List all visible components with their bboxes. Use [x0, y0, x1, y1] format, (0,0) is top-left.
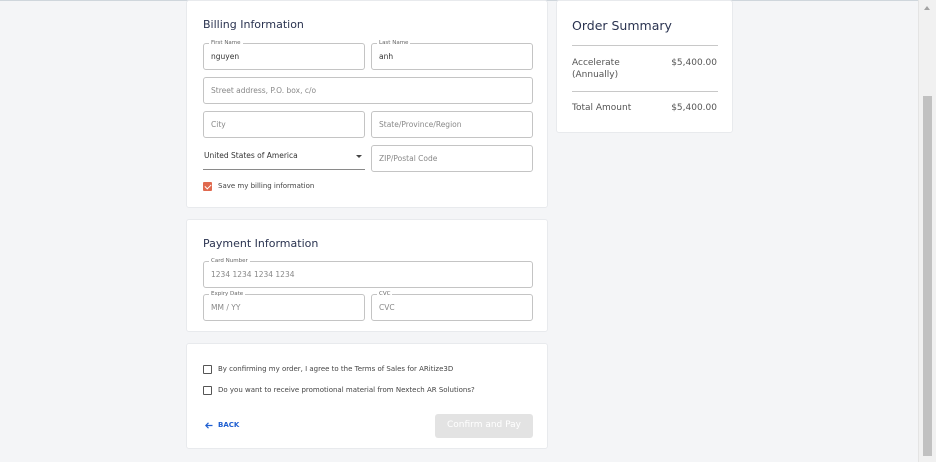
save-billing-checkbox[interactable]	[203, 182, 212, 191]
summary-item-name-line2: (Annually)	[572, 70, 619, 80]
page-scrollbar[interactable]	[918, 0, 936, 462]
order-summary-title: Order Summary	[572, 18, 672, 33]
expiry-date-field[interactable]: Expiry Date MM / YY	[203, 290, 365, 321]
summary-item-price: $5,400.00	[671, 58, 717, 68]
back-label: BACK	[218, 421, 240, 429]
summary-item-name-line1: Accelerate	[572, 58, 620, 68]
terms-label: By confirming my order, I agree to the T…	[218, 365, 454, 373]
billing-card: Billing Information First Name nguyen La…	[186, 0, 548, 208]
summary-total-price: $5,400.00	[671, 103, 717, 113]
street-address-field[interactable]: Street address, P.O. box, c/o	[203, 77, 533, 104]
arrow-left-icon	[205, 421, 213, 429]
confirmation-card: By confirming my order, I agree to the T…	[186, 343, 548, 449]
zip-placeholder: ZIP/Postal Code	[379, 154, 438, 163]
last-name-field[interactable]: Last Name anh	[371, 39, 533, 70]
order-summary-card: Order Summary Accelerate (Annually) $5,4…	[556, 0, 733, 133]
last-name-value: anh	[379, 52, 394, 61]
expiry-date-placeholder: MM / YY	[211, 303, 241, 312]
cvc-label: CVC	[377, 290, 393, 298]
billing-title: Billing Information	[203, 18, 304, 31]
last-name-label: Last Name	[377, 39, 411, 47]
summary-divider-top	[572, 45, 718, 46]
expiry-date-label: Expiry Date	[209, 290, 246, 298]
card-number-label: Card Number	[209, 257, 250, 265]
state-field[interactable]: State/Province/Region	[371, 111, 533, 138]
promo-label: Do you want to receive promotional mater…	[218, 386, 475, 394]
first-name-label: First Name	[209, 39, 243, 47]
first-name-value: nguyen	[211, 52, 240, 61]
terms-checkbox[interactable]	[203, 365, 212, 374]
state-placeholder: State/Province/Region	[379, 120, 462, 129]
summary-divider-bottom	[572, 91, 718, 92]
scrollbar-thumb[interactable]	[923, 96, 932, 456]
city-placeholder: City	[211, 120, 226, 129]
summary-total-label: Total Amount	[572, 103, 632, 113]
card-number-field[interactable]: Card Number 1234 1234 1234 1234	[203, 257, 533, 288]
zip-field[interactable]: ZIP/Postal Code	[371, 145, 533, 172]
save-billing-label: Save my billing information	[218, 182, 315, 190]
payment-card: Payment Information Card Number 1234 123…	[186, 219, 548, 332]
back-button[interactable]: BACK	[205, 421, 239, 429]
confirm-and-pay-button[interactable]: Confirm and Pay	[435, 414, 533, 438]
street-address-placeholder: Street address, P.O. box, c/o	[211, 86, 317, 95]
cvc-placeholder: CVC	[379, 303, 395, 312]
first-name-field[interactable]: First Name nguyen	[203, 39, 365, 70]
card-number-placeholder: 1234 1234 1234 1234	[211, 270, 295, 279]
city-field[interactable]: City	[203, 111, 365, 138]
country-select[interactable]: United States of America	[203, 143, 365, 170]
country-value: United States of America	[204, 151, 298, 160]
scroll-up-arrow-icon[interactable]	[924, 6, 930, 10]
promo-checkbox[interactable]	[203, 386, 212, 395]
cvc-field[interactable]: CVC CVC	[371, 290, 533, 321]
chevron-down-icon	[356, 155, 362, 158]
payment-title: Payment Information	[203, 237, 319, 250]
